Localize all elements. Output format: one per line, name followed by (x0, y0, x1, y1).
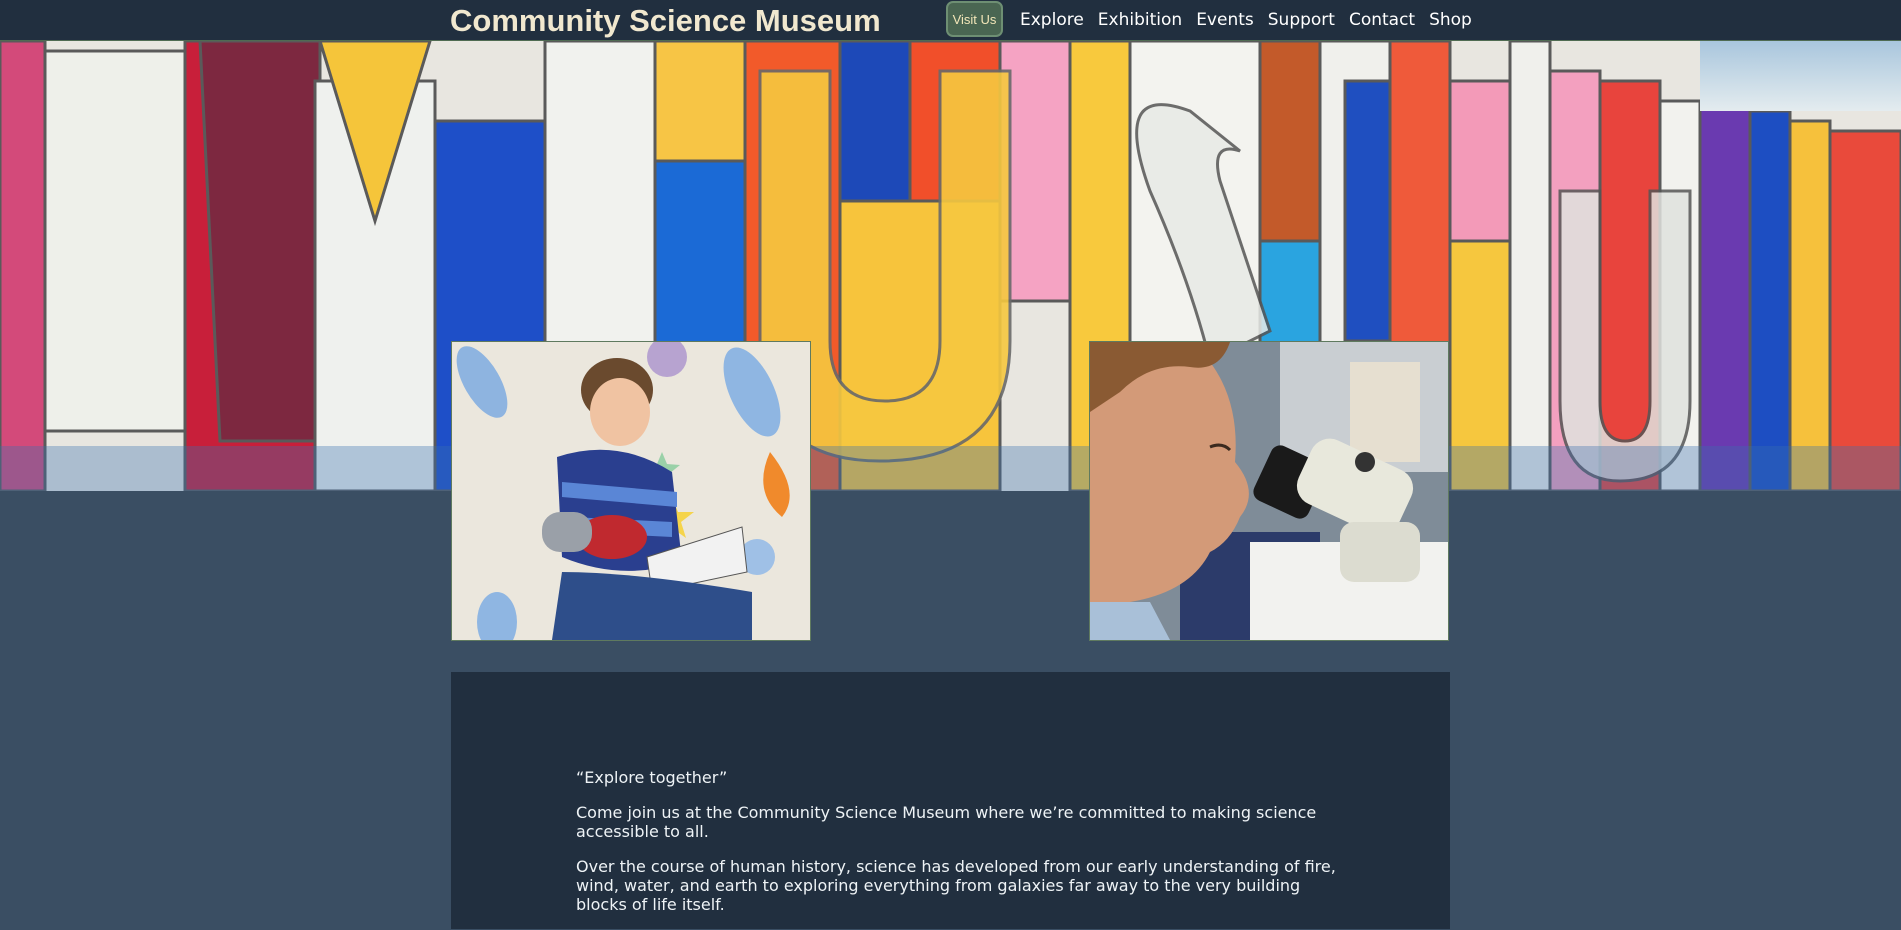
scientist-microscope-photo (1089, 341, 1449, 641)
top-navigation-bar: Community Science Museum Visit Us Explor… (0, 0, 1901, 41)
nav-link-support[interactable]: Support (1268, 10, 1335, 30)
museum-facade-illustration (0, 41, 1901, 491)
hero-banner-image (0, 41, 1901, 491)
child-reading-illustration (452, 342, 810, 640)
nav-link-explore[interactable]: Explore (1020, 10, 1084, 30)
intro-paragraph-1: Come join us at the Community Science Mu… (576, 803, 1317, 841)
intro-card: “Explore together” Come join us at the C… (451, 672, 1450, 929)
scientist-microscope-illustration (1090, 342, 1448, 640)
visit-us-button[interactable]: Visit Us (946, 1, 1003, 37)
main-nav: Explore Exhibition Events Support Contac… (1020, 10, 1486, 30)
child-reading-photo (451, 341, 811, 641)
intro-text: “Explore together” Come join us at the C… (576, 768, 1336, 930)
site-title[interactable]: Community Science Museum (450, 3, 881, 39)
nav-link-events[interactable]: Events (1196, 10, 1254, 30)
intro-paragraph-2: Over the course of human history, scienc… (576, 857, 1336, 914)
nav-link-contact[interactable]: Contact (1349, 10, 1415, 30)
intro-tagline: “Explore together” (576, 768, 728, 787)
nav-link-shop[interactable]: Shop (1429, 10, 1472, 30)
nav-link-exhibition[interactable]: Exhibition (1098, 10, 1182, 30)
